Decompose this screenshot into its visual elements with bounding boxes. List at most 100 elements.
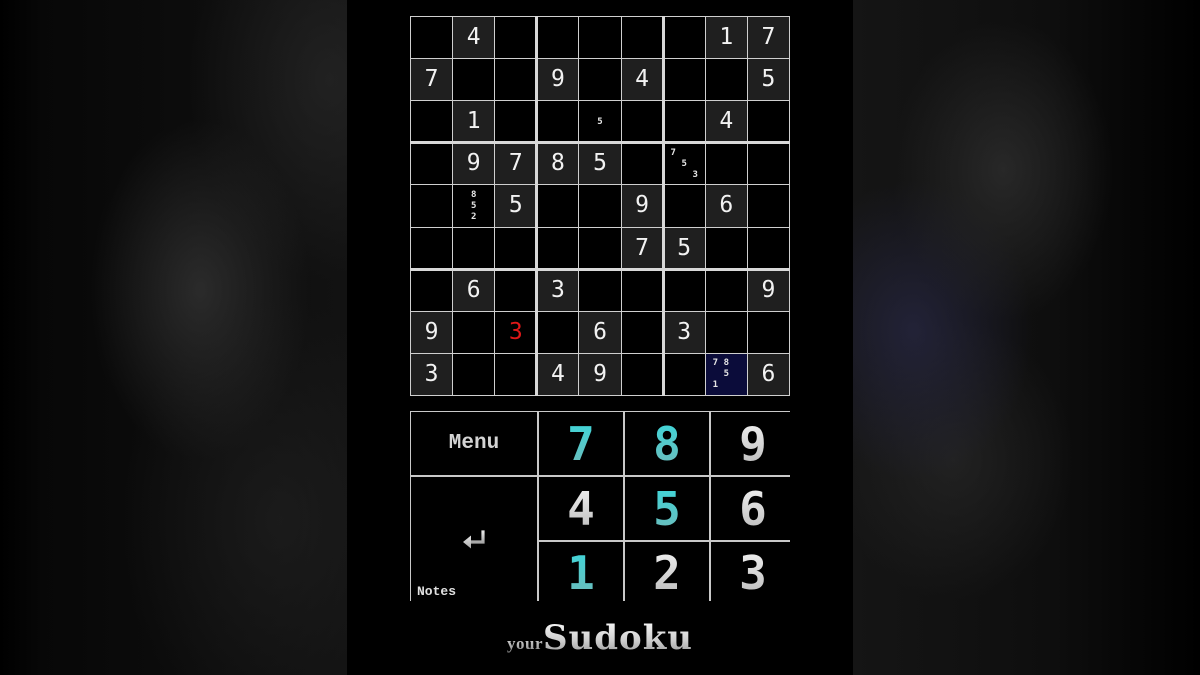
digit-button-2[interactable]: 2 — [625, 542, 709, 604]
sudoku-cell-empty[interactable] — [663, 59, 705, 101]
sudoku-cell-empty[interactable] — [747, 227, 789, 269]
sudoku-cell-empty[interactable] — [621, 17, 663, 59]
sudoku-cell-user-entry[interactable]: 3 — [495, 311, 537, 353]
sudoku-cell-empty[interactable] — [411, 227, 453, 269]
sudoku-cell-given[interactable]: 6 — [705, 185, 747, 227]
digit-button-5[interactable]: 5 — [625, 477, 709, 540]
sudoku-cell-given[interactable]: 5 — [663, 227, 705, 269]
sudoku-cell-empty[interactable] — [495, 59, 537, 101]
sudoku-cell-empty[interactable] — [411, 101, 453, 143]
sudoku-cell-empty[interactable] — [621, 311, 663, 353]
sudoku-cell-empty[interactable] — [537, 311, 579, 353]
sudoku-cell-empty[interactable] — [663, 269, 705, 311]
sudoku-cell-given[interactable]: 4 — [537, 353, 579, 395]
sudoku-cell-empty[interactable]: 852 — [453, 185, 495, 227]
sudoku-cell-given[interactable]: 5 — [495, 185, 537, 227]
note-digit — [479, 189, 490, 200]
sudoku-cell-empty[interactable] — [747, 101, 789, 143]
sudoku-cell-empty[interactable] — [747, 185, 789, 227]
sudoku-cell-given[interactable]: 3 — [663, 311, 705, 353]
sudoku-cell-empty[interactable] — [579, 17, 621, 59]
sudoku-cell-given[interactable]: 6 — [453, 269, 495, 311]
sudoku-cell-empty[interactable] — [621, 143, 663, 185]
sudoku-cell-empty[interactable] — [579, 185, 621, 227]
sudoku-cell-empty[interactable]: 5 — [579, 101, 621, 143]
sudoku-cell-given[interactable]: 1 — [453, 101, 495, 143]
sudoku-cell-given[interactable]: 5 — [747, 59, 789, 101]
blurred-background-left — [0, 0, 347, 675]
sudoku-cell-given[interactable]: 9 — [579, 353, 621, 395]
sudoku-cell-given[interactable]: 9 — [453, 143, 495, 185]
digit-button-7[interactable]: 7 — [539, 412, 623, 475]
sudoku-cell-empty[interactable] — [621, 101, 663, 143]
sudoku-cell-empty[interactable] — [705, 59, 747, 101]
sudoku-cell-empty[interactable] — [663, 353, 705, 395]
sudoku-cell-empty[interactable] — [537, 185, 579, 227]
sudoku-cell-empty[interactable] — [537, 17, 579, 59]
sudoku-cell-empty[interactable] — [663, 185, 705, 227]
sudoku-cell-empty[interactable] — [495, 269, 537, 311]
digit-button-9[interactable]: 9 — [711, 412, 795, 475]
sudoku-cell-empty[interactable] — [453, 353, 495, 395]
sudoku-cell-given[interactable]: 7 — [411, 59, 453, 101]
note-digit: 5 — [681, 158, 687, 169]
sudoku-cell-given[interactable]: 9 — [537, 59, 579, 101]
sudoku-cell-empty[interactable] — [495, 227, 537, 269]
sudoku-cell-empty[interactable] — [747, 311, 789, 353]
sudoku-cell-selected[interactable]: 7851 — [705, 353, 747, 395]
note-digit — [732, 380, 743, 391]
sudoku-cell-given[interactable]: 4 — [453, 17, 495, 59]
sudoku-cell-empty[interactable] — [411, 185, 453, 227]
sudoku-cell-given[interactable]: 6 — [579, 311, 621, 353]
sudoku-cell-given[interactable]: 5 — [579, 143, 621, 185]
sudoku-cell-given[interactable]: 4 — [621, 59, 663, 101]
sudoku-cell-empty[interactable] — [747, 143, 789, 185]
note-digit: 2 — [470, 212, 477, 223]
digit-button-8[interactable]: 8 — [625, 412, 709, 475]
sudoku-cell-empty[interactable] — [705, 311, 747, 353]
digit-button-6[interactable]: 6 — [711, 477, 795, 540]
sudoku-cell-empty[interactable] — [705, 143, 747, 185]
sudoku-cell-given[interactable]: 3 — [411, 353, 453, 395]
sudoku-cell-empty[interactable] — [621, 353, 663, 395]
sudoku-cell-empty[interactable] — [411, 143, 453, 185]
sudoku-cell-empty[interactable] — [453, 311, 495, 353]
sudoku-cell-empty[interactable] — [537, 227, 579, 269]
sudoku-cell-given[interactable]: 8 — [537, 143, 579, 185]
sudoku-cell-empty[interactable] — [621, 269, 663, 311]
sudoku-cell-given[interactable]: 7 — [747, 17, 789, 59]
cell-notes: 852 — [457, 189, 490, 222]
menu-button[interactable]: Menu — [411, 412, 537, 475]
sudoku-cell-empty[interactable] — [411, 269, 453, 311]
digit-button-1[interactable]: 1 — [539, 542, 623, 604]
sudoku-cell-empty[interactable] — [453, 227, 495, 269]
sudoku-cell-given[interactable]: 7 — [621, 227, 663, 269]
sudoku-cell-given[interactable]: 9 — [411, 311, 453, 353]
sudoku-cell-empty[interactable] — [411, 17, 453, 59]
sudoku-cell-given[interactable]: 6 — [747, 353, 789, 395]
sudoku-cell-empty[interactable] — [579, 269, 621, 311]
sudoku-cell-given[interactable]: 7 — [495, 143, 537, 185]
sudoku-cell-empty[interactable] — [495, 101, 537, 143]
sudoku-cell-empty[interactable] — [579, 59, 621, 101]
sudoku-cell-empty[interactable] — [495, 17, 537, 59]
sudoku-cell-empty[interactable] — [705, 227, 747, 269]
sudoku-cell-empty[interactable] — [663, 17, 705, 59]
sudoku-cell-empty[interactable] — [705, 269, 747, 311]
sudoku-cell-given[interactable]: 1 — [705, 17, 747, 59]
digit-button-4[interactable]: 4 — [539, 477, 623, 540]
sudoku-cell-empty[interactable] — [495, 353, 537, 395]
sudoku-cell-empty[interactable] — [663, 101, 705, 143]
sudoku-cell-empty[interactable] — [453, 59, 495, 101]
sudoku-cell-empty[interactable] — [537, 101, 579, 143]
sudoku-cell-given[interactable]: 4 — [705, 101, 747, 143]
notes-toggle-button[interactable]: Notes — [411, 477, 537, 604]
sudoku-cell-empty[interactable]: 753 — [663, 143, 705, 185]
sudoku-cell-given[interactable]: 9 — [747, 269, 789, 311]
sudoku-cell-empty[interactable] — [579, 227, 621, 269]
keypad: Menu 7 8 9 Notes 4 5 6 1 2 3 — [410, 411, 795, 604]
note-digit: 7 — [712, 358, 718, 369]
sudoku-cell-given[interactable]: 9 — [621, 185, 663, 227]
digit-button-3[interactable]: 3 — [711, 542, 795, 604]
sudoku-cell-given[interactable]: 3 — [537, 269, 579, 311]
